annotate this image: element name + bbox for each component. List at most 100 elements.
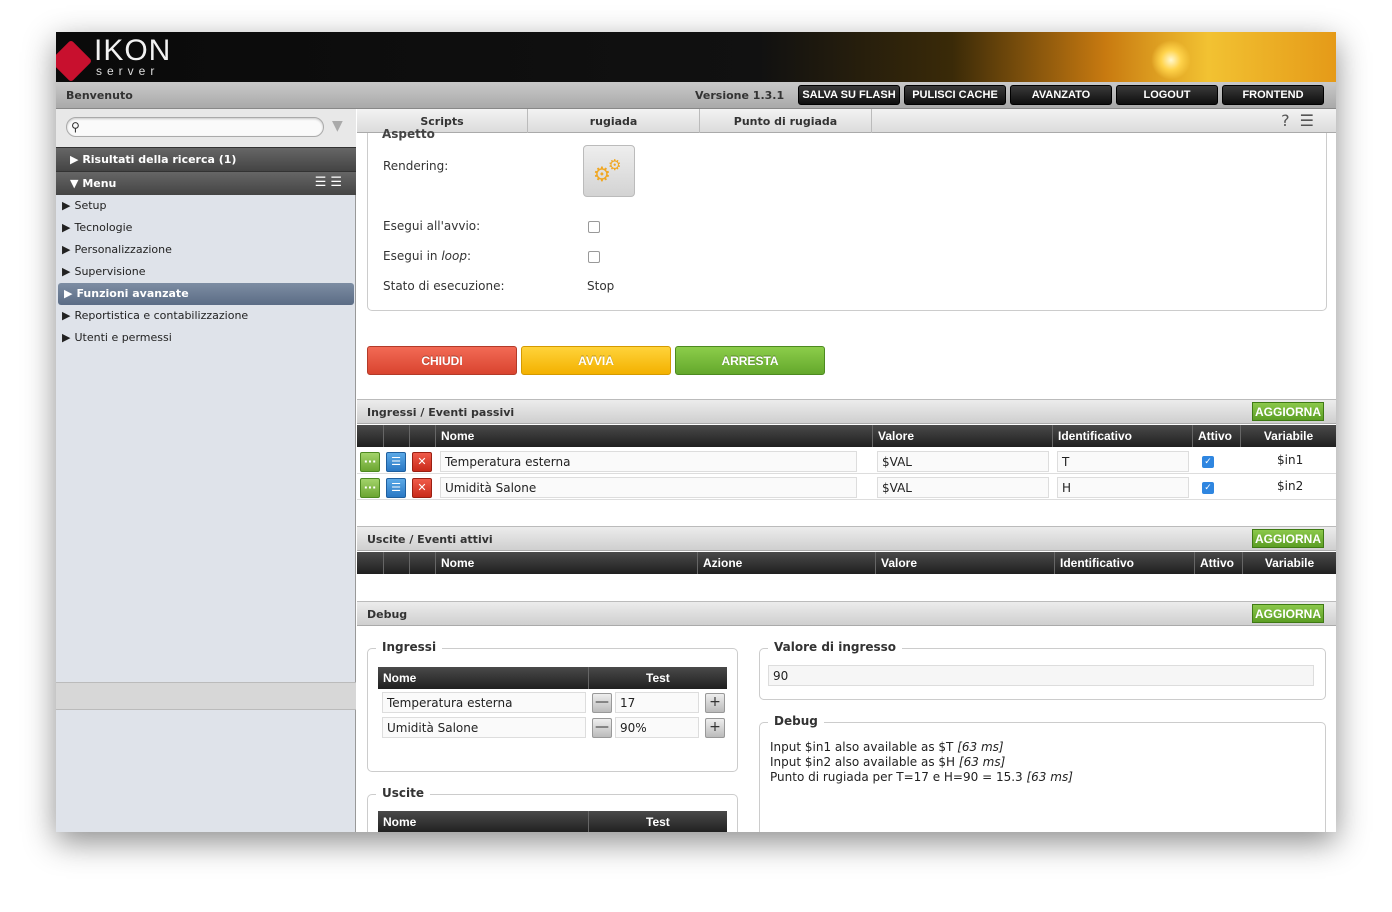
delete-icon[interactable]: ✕ [412,478,432,498]
tab-rugiada[interactable]: rugiada [528,109,700,133]
sidebar-item-utenti[interactable]: ▶ Utenti e permessi [56,327,356,349]
debug-refresh-button[interactable]: AGGIORNA [1252,604,1324,623]
run-loop-checkbox[interactable] [588,251,600,263]
col-variabile: Variabile [1242,552,1336,574]
rendering-label: Rendering: [383,159,449,173]
row-id-input[interactable]: T [1057,451,1189,472]
minus-icon[interactable]: — [592,693,612,713]
sidebar-item-label: Tecnologie [74,221,133,234]
sidebar-item-label: Personalizzazione [74,243,172,256]
tab-punto-di-rugiada[interactable]: Punto di rugiada [700,109,872,133]
delete-icon[interactable]: ✕ [412,452,432,472]
run-loop-suffix: : [466,249,472,263]
collapse-arrow-icon: ▼ [70,177,79,190]
gear-icon-small: ⚙ [608,156,622,174]
debug-inputs-header: Nome Test [378,667,727,689]
inputs-refresh-button[interactable]: AGGIORNA [1252,402,1324,421]
sidebar-item-setup[interactable]: ▶ Setup [56,195,356,217]
input-value-field[interactable]: 90 [768,665,1314,686]
input-value-legend: Valore di ingresso [768,640,903,654]
sidebar: ⚲ ▼ ▶ Risultati della ricerca (1) ▼ Menu… [56,109,356,832]
list-icon[interactable]: ☰ [386,478,406,498]
debug-inputs-legend: Ingressi [376,640,443,654]
run-loop-prefix: Esegui in [383,249,442,263]
outputs-refresh-button[interactable]: AGGIORNA [1252,529,1324,548]
edit-icon[interactable]: ··· [360,452,380,472]
version-text: Versione 1.3.1 [695,89,785,102]
col-azione: Azione [697,552,875,574]
sidebar-item-funzioni-avanzate[interactable]: ▶ Funzioni avanzate [58,283,354,305]
row-name-input[interactable]: Umidità Salone [440,477,857,498]
row-active-checkbox[interactable]: ✓ [1202,482,1214,494]
sidebar-item-reportistica[interactable]: ▶ Reportistica e contabilizzazione [56,305,356,327]
start-button[interactable]: AVVIA [521,346,671,375]
breadcrumb-tabs: Scripts rugiada Punto di rugiada ?☰ [357,109,1336,133]
aspect-panel: Aspetto Rendering: ⚙ ⚙ Esegui all'avvio:… [367,127,1327,311]
row-variable: $in2 [1277,479,1304,493]
logout-button[interactable]: LOGOUT [1116,85,1218,105]
debug-line-text: Punto di rugiada per T=17 e H=90 = 15.3 [770,770,1027,784]
rendering-preview[interactable]: ⚙ ⚙ [583,145,635,197]
banner-glow [1151,40,1191,80]
log-icon[interactable]: ☰ [1300,111,1324,130]
col-test: Test [646,671,670,685]
app-window: IKON server Benvenuto Versione 1.3.1 SAL… [56,32,1336,832]
close-button[interactable]: CHIUDI [367,346,517,375]
state-label: Stato di esecuzione: [383,279,505,293]
debug-line-time: [63 ms] [957,740,1004,754]
col-nome: Nome [383,815,417,829]
help-icon[interactable]: ? [1281,111,1300,130]
col-sep [588,811,589,832]
sidebar-item-label: Reportistica e contabilizzazione [74,309,249,322]
debug-input-test[interactable]: 17 [615,692,699,713]
row-name-input[interactable]: Temperatura esterna [440,451,857,472]
list-icon[interactable]: ☰ [386,452,406,472]
menu-label: Menu [82,177,117,190]
search-input[interactable]: ⚲ [66,117,324,137]
col-identificativo: Identificativo [1054,552,1194,574]
sidebar-item-personalizzazione[interactable]: ▶ Personalizzazione [56,239,356,261]
edit-icon[interactable]: ··· [360,478,380,498]
plus-icon[interactable]: + [705,718,725,738]
sidebar-item-supervisione[interactable]: ▶ Supervisione [56,261,356,283]
help-log-icons: ?☰ [1281,111,1324,130]
advanced-button[interactable]: AVANZATO [1010,85,1112,105]
stop-button[interactable]: ARRESTA [675,346,825,375]
tree-tools-icon[interactable]: ☰☰ [315,175,346,190]
top-menubar: Benvenuto Versione 1.3.1 SALVA SU FLASH … [56,82,1336,109]
menu-header[interactable]: ▼ Menu ☰☰ [56,171,356,195]
run-loop-label: Esegui in loop: [383,249,471,263]
outputs-table-header: Nome Azione Valore Identificativo Attivo… [357,552,1336,574]
save-flash-button[interactable]: SALVA SU FLASH [798,85,900,105]
search-icon: ⚲ [71,120,80,134]
debug-input-test[interactable]: 90% [615,717,699,738]
filter-icon[interactable]: ▼ [332,118,343,134]
row-value-input[interactable]: $VAL [877,477,1049,498]
minus-icon[interactable]: — [592,718,612,738]
col-sep [588,667,589,689]
debug-outputs-header: Nome Test [378,811,727,832]
sidebar-divider-band [56,682,356,710]
debug-log-line: Input $in2 also available as $H [63 ms] [770,755,1005,769]
welcome-text: Benvenuto [66,89,133,102]
inputs-section-title: Ingressi / Eventi passivi [367,406,515,419]
row-id-input[interactable]: H [1057,477,1189,498]
clear-cache-button[interactable]: PULISCI CACHE [904,85,1006,105]
debug-section-title: Debug [367,608,408,621]
main-content: Scripts rugiada Punto di rugiada ?☰ Aspe… [357,109,1336,832]
search-results-header[interactable]: ▶ Risultati della ricerca (1) [56,147,356,171]
debug-input-name: Umidità Salone [382,717,586,738]
expand-arrow-icon: ▶ [70,153,79,166]
frontend-button[interactable]: FRONTEND [1222,85,1324,105]
col-attivo: Attivo [1194,552,1242,574]
row-value-input[interactable]: $VAL [877,451,1049,472]
input-value-fieldset: Valore di ingresso 90 [759,640,1326,700]
ikon-logo[interactable]: IKON server [56,32,186,83]
debug-line-time: [63 ms] [1026,770,1073,784]
run-on-start-checkbox[interactable] [588,221,600,233]
debug-inputs-fieldset: Ingressi Nome Test Temperatura esterna —… [367,640,738,772]
row-active-checkbox[interactable]: ✓ [1202,456,1214,468]
debug-line-text: Input $in2 also available as $H [770,755,959,769]
plus-icon[interactable]: + [705,693,725,713]
sidebar-item-tecnologie[interactable]: ▶ Tecnologie [56,217,356,239]
